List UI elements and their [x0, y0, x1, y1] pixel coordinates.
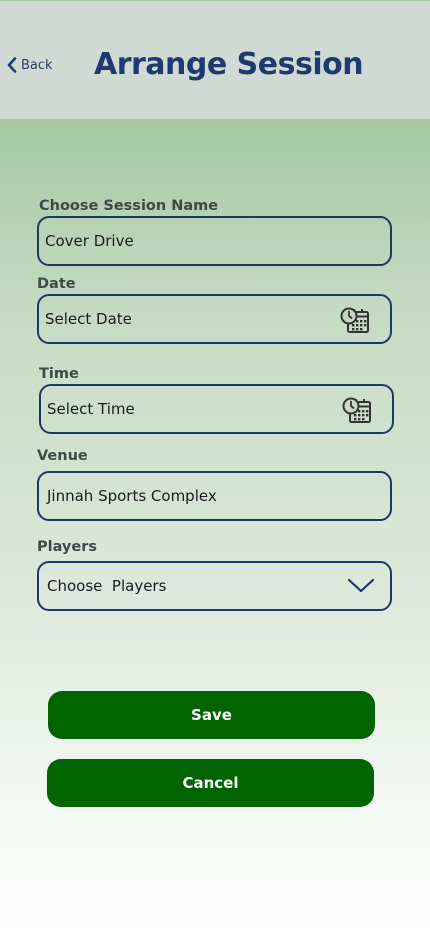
time-label: Time	[39, 366, 79, 382]
session-name-input[interactable]: Cover Drive	[37, 216, 392, 266]
calendar-clock-icon[interactable]	[342, 396, 372, 429]
date-placeholder: Select Date	[45, 310, 132, 328]
session-name-label: Choose Session Name	[39, 198, 219, 214]
time-picker-field[interactable]: Select Time	[39, 384, 394, 434]
venue-value: Jinnah Sports Complex	[47, 487, 217, 505]
players-select[interactable]: Choose Players	[37, 561, 392, 611]
chevron-left-icon	[7, 57, 17, 73]
date-label: Date	[37, 276, 76, 292]
session-name-value: Cover Drive	[45, 232, 134, 250]
save-button[interactable]: Save	[48, 691, 375, 739]
venue-input[interactable]: Jinnah Sports Complex	[37, 471, 392, 521]
date-picker-field[interactable]: Select Date	[37, 294, 392, 344]
venue-label: Venue	[37, 448, 88, 464]
app-header: Back Arrange Session	[0, 0, 430, 119]
back-label: Back	[21, 57, 53, 73]
page-title: Arrange Session	[94, 47, 364, 82]
players-placeholder: Choose Players	[47, 577, 167, 595]
chevron-down-icon[interactable]	[347, 578, 375, 599]
players-label: Players	[37, 539, 98, 555]
calendar-clock-icon[interactable]	[340, 306, 370, 339]
back-button[interactable]: Back	[7, 57, 53, 73]
cancel-button[interactable]: Cancel	[47, 759, 374, 807]
time-placeholder: Select Time	[47, 400, 135, 418]
